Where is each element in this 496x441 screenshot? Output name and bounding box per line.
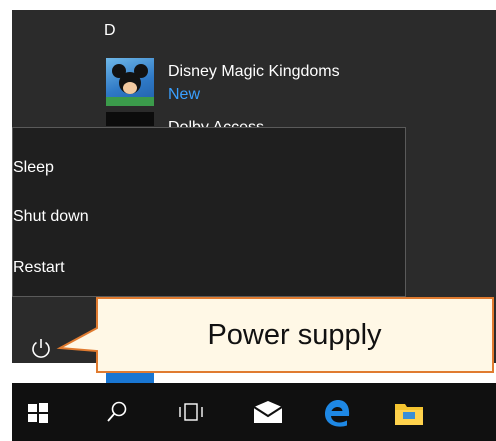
app-name-disney[interactable]: Disney Magic Kingdoms [168, 63, 340, 81]
restart-menu-item[interactable]: Restart [13, 259, 65, 277]
edge-icon[interactable] [322, 398, 352, 428]
shut-down-menu-item[interactable]: Shut down [13, 208, 89, 226]
sleep-menu-item[interactable]: Sleep [13, 159, 54, 177]
mail-icon[interactable] [252, 399, 284, 425]
windows-start-icon[interactable] [27, 402, 49, 424]
search-icon[interactable] [105, 400, 129, 424]
dolby-access-icon[interactable] [106, 112, 154, 126]
file-explorer-icon[interactable] [394, 400, 424, 426]
app-name-dolby[interactable]: Dolby Access [168, 114, 264, 128]
app-new-badge: New [168, 86, 201, 103]
power-icon[interactable] [30, 337, 52, 359]
callout-label: Power supply [207, 318, 382, 351]
disney-magic-kingdoms-icon[interactable] [106, 58, 154, 106]
app-group-letter[interactable]: D [104, 22, 116, 40]
task-view-icon[interactable] [177, 401, 205, 423]
